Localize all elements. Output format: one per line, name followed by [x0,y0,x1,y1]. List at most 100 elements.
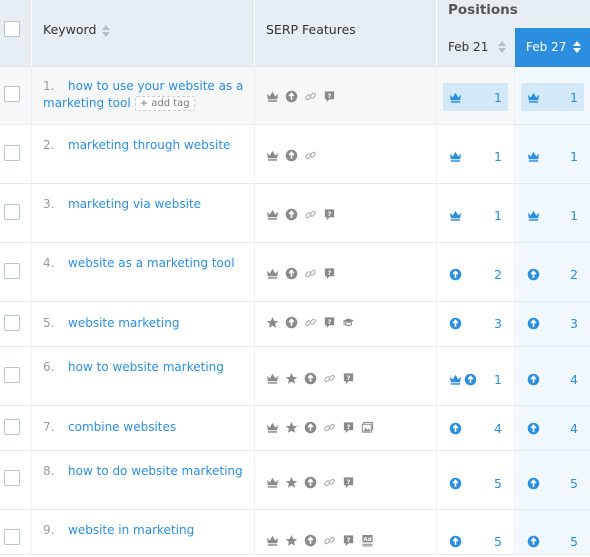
position-value[interactable]: 3 [570,316,578,331]
position-value[interactable]: 1 [570,149,578,164]
sort-icon[interactable] [573,41,581,53]
row-checkbox[interactable] [4,470,20,486]
link-icon [323,421,336,434]
crown-icon [449,91,462,104]
svg-text:?: ? [347,374,351,382]
review-icon: ? [323,90,336,103]
plus-circle-icon [285,267,298,280]
row-checkbox[interactable] [4,263,20,279]
row-checkbox[interactable] [4,86,20,102]
table-header: Keyword SERP Features Positions Feb 21 F… [0,0,590,67]
plus-circle-icon [304,372,317,385]
position-value[interactable]: 2 [570,267,578,282]
keyword-column-header[interactable]: Keyword [32,0,255,67]
row-checkbox[interactable] [4,315,20,331]
position-cell-feb21: 5 [437,451,515,509]
svg-text:Ad: Ad [363,537,371,543]
row-checkbox[interactable] [4,204,20,220]
position-value[interactable]: 5 [494,534,502,549]
keyword-link[interactable]: how to website marketing [68,360,224,374]
link-icon [323,372,336,385]
serp-features-cell: ? [255,451,437,509]
crown-icon [266,149,279,162]
sort-icon[interactable] [102,24,111,37]
add-tag-button[interactable]: + add tag [134,96,195,111]
keyword-link[interactable]: website in marketing [68,523,194,537]
position-value[interactable]: 5 [570,476,578,491]
row-checkbox-cell [0,302,32,346]
position-cell-feb27: 1 [515,125,590,183]
position-cell-feb27: 1 [515,67,590,124]
keyword-link[interactable]: marketing through website [68,138,230,152]
plus-circle-icon [285,90,298,103]
table-row: 2. marketing through website 1 1 [0,125,590,184]
ad-icon: Ad [361,534,374,547]
plus-circle-icon [304,421,317,434]
position-value[interactable]: 1 [494,208,502,223]
position-value[interactable]: 4 [570,372,578,387]
review-icon: ? [342,476,355,489]
keyword-cell: 4. website as a marketing tool [32,243,255,301]
position-value[interactable]: 4 [494,421,502,436]
row-checkbox[interactable] [4,529,20,545]
table-row: 8. how to do website marketing? 5 5 [0,451,590,510]
position-value[interactable]: 1 [570,90,578,105]
keyword-cell: 6. how to website marketing [32,347,255,405]
link-icon [304,90,317,103]
row-checkbox-cell [0,510,32,554]
crown-icon [266,267,279,280]
graduation-cap-icon [342,316,355,329]
plus-circle-icon [527,535,540,548]
keyword-link[interactable]: combine websites [68,420,176,434]
table-row: 6. how to website marketing? 1 4 [0,347,590,406]
link-icon [304,208,317,221]
svg-text:?: ? [347,536,351,544]
positions-column-group: Positions Feb 21 Feb 27 [437,0,590,67]
keyword-link[interactable]: website as a marketing tool [68,256,235,270]
keyword-link[interactable]: marketing via website [68,197,201,211]
row-checkbox[interactable] [4,419,20,435]
header-checkbox-cell [0,0,32,67]
position-value[interactable]: 3 [494,316,502,331]
row-number: 8. [43,464,55,478]
select-all-checkbox[interactable] [4,21,20,37]
keyword-cell: 2. marketing through website [32,125,255,183]
plus-circle-icon [449,422,462,435]
plus-circle-icon [527,477,540,490]
plus-circle-icon [285,208,298,221]
row-checkbox[interactable] [4,367,20,383]
review-icon: ? [323,316,336,329]
row-checkbox[interactable] [4,145,20,161]
svg-text:?: ? [347,478,351,486]
row-checkbox-cell [0,184,32,242]
date-column-feb21[interactable]: Feb 21 [437,28,515,67]
position-value[interactable]: 5 [570,534,578,549]
star-icon [285,421,298,434]
row-checkbox-cell [0,67,32,124]
position-cell-feb21: 4 [437,406,515,450]
crown-icon [266,90,279,103]
keyword-link[interactable]: how to do website marketing [68,464,243,478]
position-cell-feb27: 5 [515,510,590,554]
plus-circle-icon [304,476,317,489]
position-value[interactable]: 1 [494,372,502,387]
position-value[interactable]: 2 [494,267,502,282]
position-cell-feb27: 4 [515,406,590,450]
date-column-feb27-active[interactable]: Feb 27 [515,28,590,67]
star-icon [285,534,298,547]
row-number: 2. [43,138,55,152]
keyword-header-label: Keyword [43,22,97,37]
keyword-link[interactable]: website marketing [68,316,179,330]
position-value[interactable]: 1 [570,208,578,223]
serp-features-cell: ? Ad [255,510,437,554]
position-value[interactable]: 4 [570,421,578,436]
position-cell-feb21: 1 [437,184,515,242]
position-value[interactable]: 1 [494,149,502,164]
date-label: Feb 27 [526,40,567,54]
sort-icon[interactable] [498,41,506,53]
position-value[interactable]: 5 [494,476,502,491]
image-icon [361,421,374,434]
position-value[interactable]: 1 [494,90,502,105]
position-cell-feb21: 1 [437,347,515,405]
svg-text:?: ? [347,423,351,431]
